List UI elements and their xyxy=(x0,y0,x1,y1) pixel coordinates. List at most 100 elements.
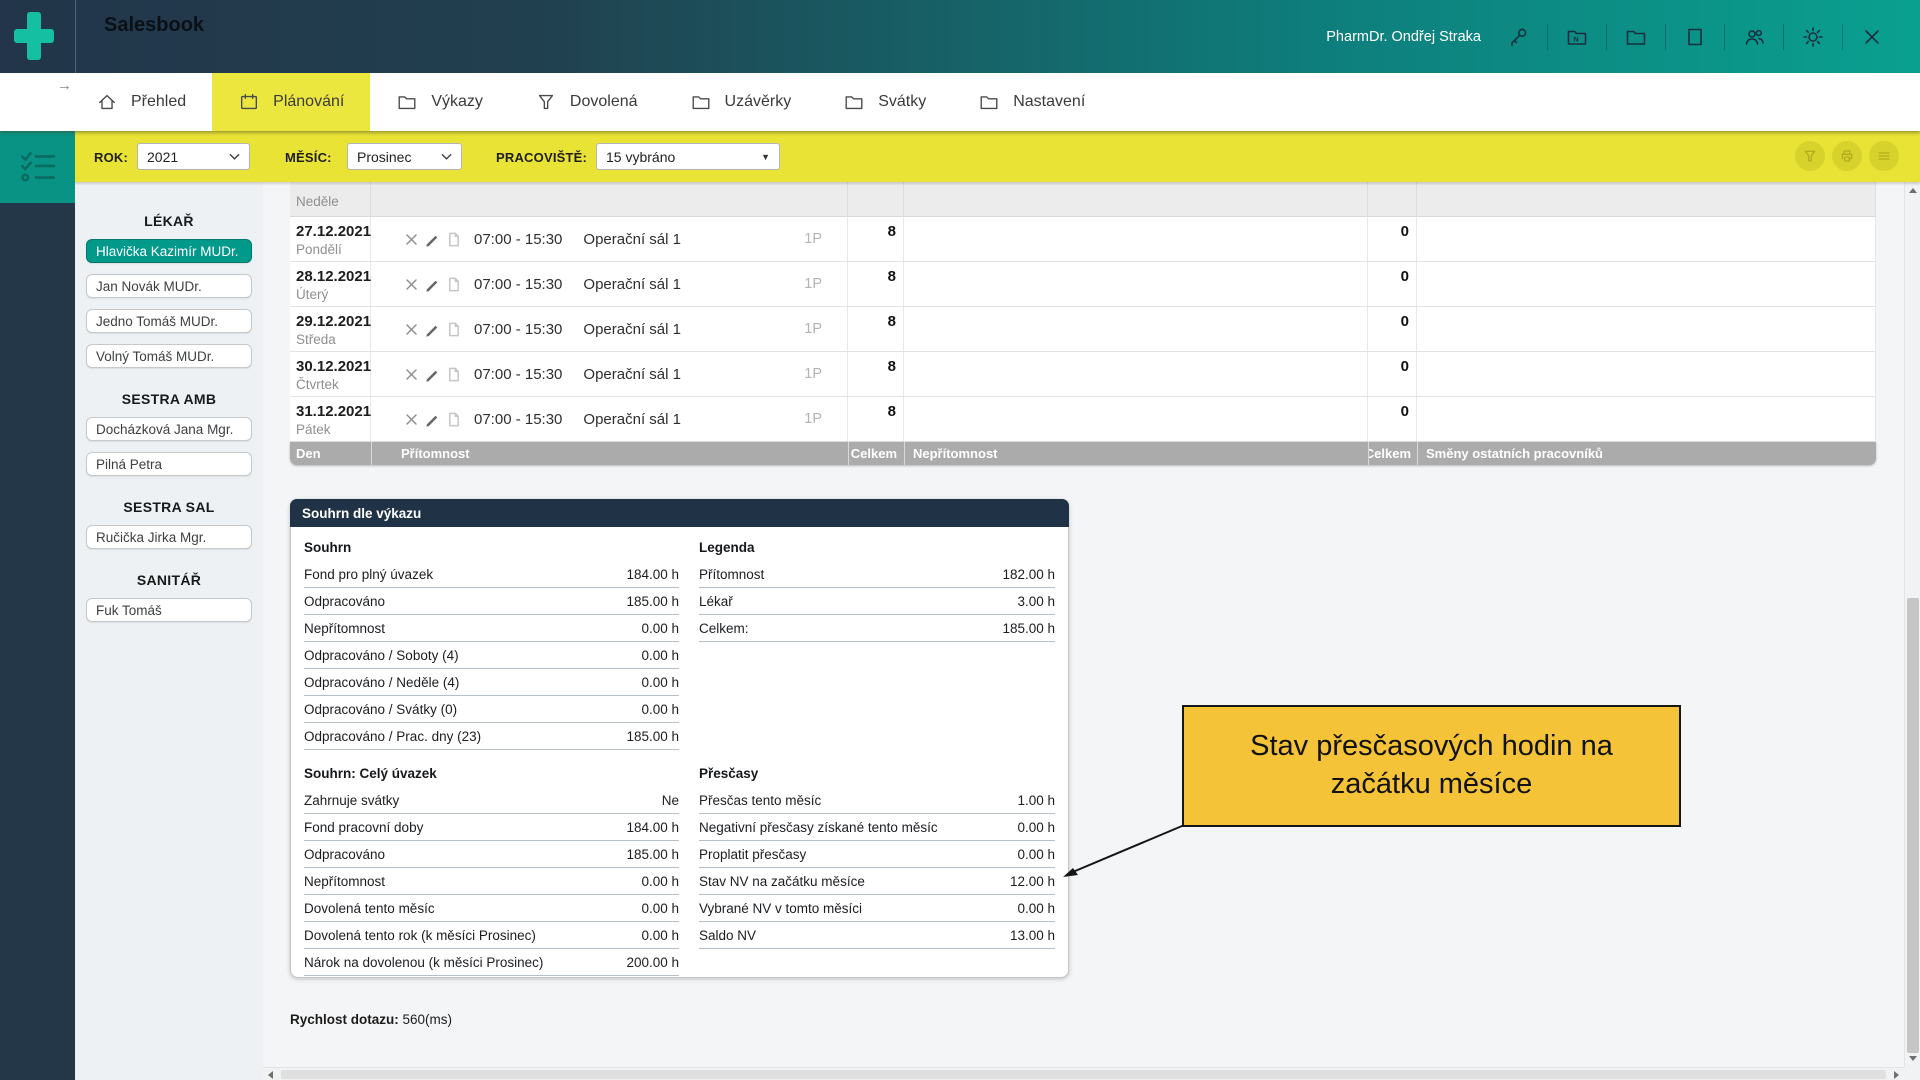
sidebar-item[interactable]: Hlavička Kazimír MUDr. xyxy=(86,239,252,263)
summary-row: Proplatit přesčasy 0.00 h xyxy=(699,841,1055,868)
folder-n-icon[interactable]: N xyxy=(1565,25,1589,49)
summary-row-value: 0.00 h xyxy=(641,621,679,636)
scroll-right-icon[interactable] xyxy=(1894,1071,1899,1079)
tab-prehled[interactable]: Přehled xyxy=(70,73,212,131)
sidebar-item[interactable]: Pilná Petra xyxy=(86,452,252,476)
tab-uzaverky[interactable]: Uzávěrky xyxy=(664,73,818,131)
summary-row: Odpracováno / Neděle (4)0.00 h xyxy=(304,669,679,696)
vertical-scrollbar[interactable] xyxy=(1904,182,1920,1067)
summary-row: Dovolená tento rok (k měsíci Prosinec)0.… xyxy=(304,922,679,949)
summary-row: Nepřítomnost0.00 h xyxy=(304,868,679,895)
table-row: 27.12.2021Pondělí07:00 - 15:30Operační s… xyxy=(290,217,1876,262)
summary-row: Odpracováno185.00 h xyxy=(304,588,679,615)
folder-icon[interactable] xyxy=(1624,25,1648,49)
users-icon[interactable] xyxy=(1742,25,1766,49)
horizontal-scrollbar[interactable] xyxy=(263,1067,1904,1080)
document-icon[interactable] xyxy=(446,412,461,427)
summary-row-label: Dovolená tento měsíc xyxy=(304,901,435,916)
workplace-label: PRACOVIŠTĚ: xyxy=(496,150,587,165)
sidebar-toggle-button[interactable] xyxy=(0,131,75,203)
vertical-scrollbar-thumb[interactable] xyxy=(1907,598,1919,1053)
shift-time: 07:00 - 15:30 xyxy=(474,276,562,293)
summary-row-label: Odpracováno / Soboty (4) xyxy=(304,648,459,663)
footer-col-smeny: Směny ostatních pracovníků xyxy=(1417,442,1876,465)
footer-col-nepritomnost: Nepřítomnost xyxy=(904,442,1368,465)
delete-icon[interactable] xyxy=(404,367,419,382)
scroll-down-icon[interactable] xyxy=(1909,1056,1917,1061)
scroll-left-icon[interactable] xyxy=(268,1071,273,1079)
summary-row-value: 0.00 h xyxy=(641,675,679,690)
summary-row-label: Proplatit přesčasy xyxy=(699,847,806,862)
checklist-icon xyxy=(19,151,57,183)
tab-vykazy[interactable]: Výkazy xyxy=(370,73,509,131)
sidebar-item[interactable]: Fuk Tomáš xyxy=(86,598,252,622)
summary-row-value: 0.00 h xyxy=(1017,820,1055,835)
sidebar-item[interactable]: Jedno Tomáš MUDr. xyxy=(86,309,252,333)
month-select[interactable]: Prosinec xyxy=(347,143,462,170)
close-icon[interactable] xyxy=(1860,25,1884,49)
edit-icon[interactable] xyxy=(425,322,440,337)
summary-row-label: Nepřítomnost xyxy=(304,621,385,636)
sidebar-group-title: SANITÁŘ xyxy=(75,572,263,588)
summary-row: Odpracováno / Svátky (0) 0.00 h xyxy=(304,696,679,723)
year-select[interactable]: 2021 xyxy=(137,143,250,170)
summary-row-value: 0.00 h xyxy=(1017,847,1055,862)
summary-row-label: Nárok na dovolenou (k měsíci Prosinec) xyxy=(304,955,543,970)
summary-row-value: 0.00 h xyxy=(641,702,679,717)
sidebar-item[interactable]: Ručička Jirka Mgr. xyxy=(86,525,252,549)
tab-dovolena[interactable]: Dovolená xyxy=(509,73,664,131)
summary-row-value: 0.00 h xyxy=(1017,901,1055,916)
summary-row-value: 0.00 h xyxy=(641,901,679,916)
tab-nastaveni[interactable]: Nastavení xyxy=(952,73,1111,131)
sidebar-group-title: SESTRA SAL xyxy=(75,499,263,515)
edit-icon[interactable] xyxy=(425,367,440,382)
delete-icon[interactable] xyxy=(404,232,419,247)
key-icon[interactable] xyxy=(1506,25,1530,49)
summary-section: LegendaPřítomnost182.00 hLékař3.00 hCelk… xyxy=(699,534,1055,642)
funnel-button[interactable] xyxy=(1795,141,1825,171)
row-day: Čtvrtek xyxy=(296,377,339,392)
shift-time: 07:00 - 15:30 xyxy=(474,321,562,338)
menu-button[interactable] xyxy=(1869,141,1899,171)
folder-icon xyxy=(978,91,1000,113)
summary-row-label: Odpracováno / Svátky (0) xyxy=(304,702,457,717)
staff-sidebar: LÉKAŘHlavička Kazimír MUDr.Jan Novák MUD… xyxy=(75,182,263,1080)
tab-svatky[interactable]: Svátky xyxy=(817,73,952,131)
delete-icon[interactable] xyxy=(404,322,419,337)
edit-icon[interactable] xyxy=(425,232,440,247)
sidebar-item[interactable]: Volný Tomáš MUDr. xyxy=(86,344,252,368)
summary-section-title: Souhrn xyxy=(304,534,679,561)
workplace-select[interactable]: 15 vybráno ▼ xyxy=(596,143,780,170)
summary-section: SouhrnFond pro plný úvazek184.00 hOdprac… xyxy=(304,534,679,750)
footer-col-den: Den xyxy=(290,442,371,465)
shift-time: 07:00 - 15:30 xyxy=(474,231,562,248)
document-icon[interactable] xyxy=(446,232,461,247)
document-icon[interactable] xyxy=(446,322,461,337)
delete-icon[interactable] xyxy=(404,277,419,292)
summary-row-label: Zahrnuje svátky xyxy=(304,793,399,808)
window-icon[interactable] xyxy=(1683,25,1707,49)
horizontal-scrollbar-thumb[interactable] xyxy=(281,1070,1886,1079)
summary-row-label: Fond pro plný úvazek xyxy=(304,567,433,582)
shift-time: 07:00 - 15:30 xyxy=(474,366,562,383)
edit-icon[interactable] xyxy=(425,277,440,292)
edit-icon[interactable] xyxy=(425,412,440,427)
summary-row-label: Odpracováno xyxy=(304,594,385,609)
filter-bar: ROK: 2021 MĚSÍC: Prosinec PRACOVIŠTĚ: 15… xyxy=(75,131,1920,182)
document-icon[interactable] xyxy=(446,367,461,382)
summary-row-label: Lékař xyxy=(699,594,733,609)
shift-place: Operační sál 1 xyxy=(583,231,681,248)
gear-icon[interactable] xyxy=(1801,25,1825,49)
presence-total: 8 xyxy=(848,307,904,351)
shift-place: Operační sál 1 xyxy=(583,321,681,338)
printer-button[interactable] xyxy=(1832,141,1862,171)
document-icon[interactable] xyxy=(446,277,461,292)
row-day: Středa xyxy=(296,332,336,347)
scroll-up-icon[interactable] xyxy=(1909,188,1917,193)
sidebar-item[interactable]: Docházková Jana Mgr. xyxy=(86,417,252,441)
tab-planovani[interactable]: Plánování xyxy=(212,73,370,131)
svg-text:N: N xyxy=(1573,34,1578,43)
main-nav: → PřehledPlánováníVýkazyDovolenáUzávěrky… xyxy=(0,73,1920,131)
delete-icon[interactable] xyxy=(404,412,419,427)
sidebar-item[interactable]: Jan Novák MUDr. xyxy=(86,274,252,298)
